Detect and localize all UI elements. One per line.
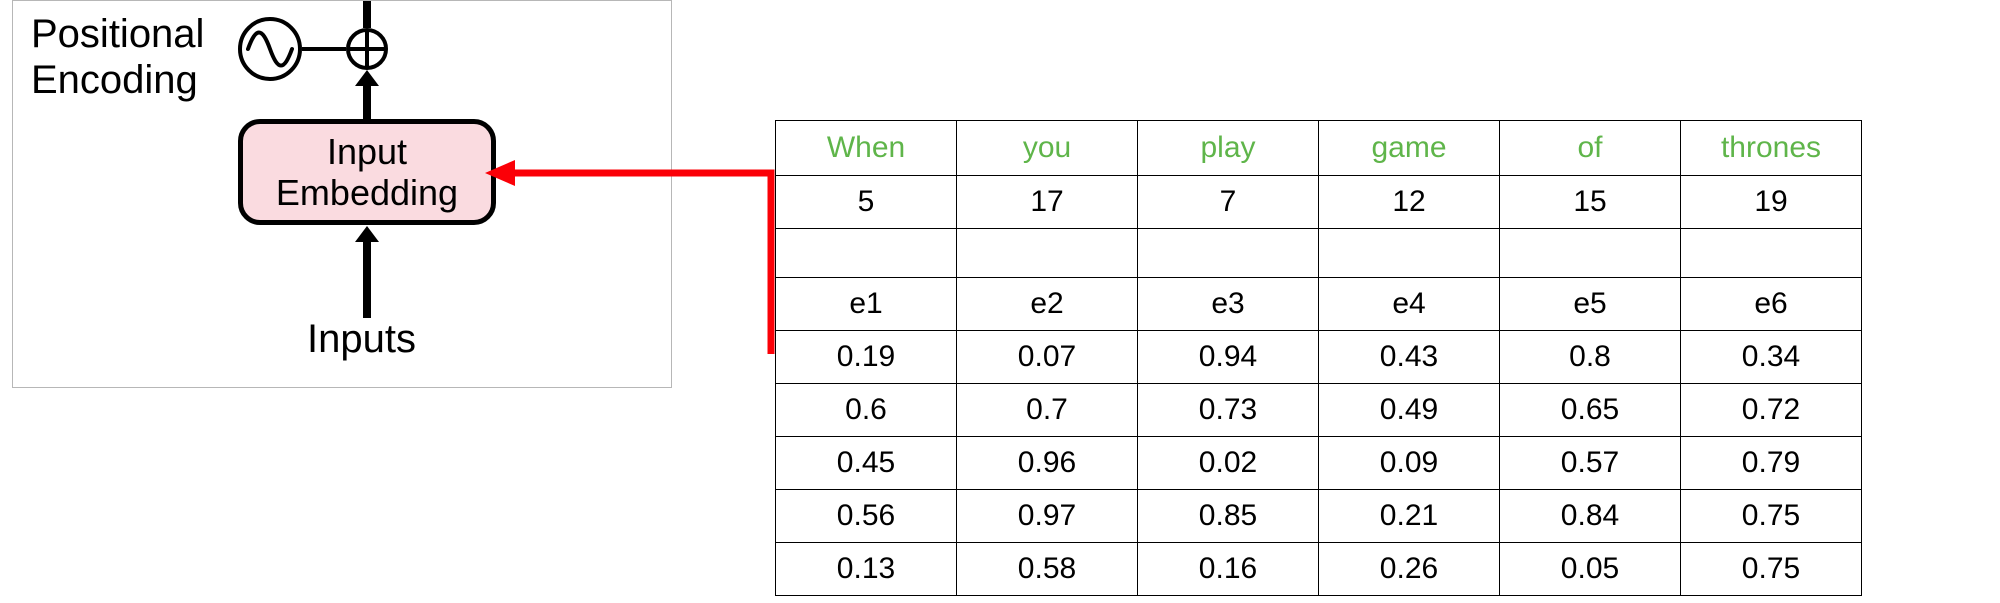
embval-cell: 0.43	[1319, 331, 1500, 384]
embval-cell: 0.96	[957, 437, 1138, 490]
embval-cell: 0.75	[1681, 543, 1862, 596]
embval-cell: 0.8	[1500, 331, 1681, 384]
token-cell: you	[957, 121, 1138, 176]
inputs-label: Inputs	[307, 317, 416, 362]
embedding-label-line1: Input	[327, 131, 407, 172]
oplus-icon	[346, 28, 388, 70]
embval-cell: 0.7	[957, 384, 1138, 437]
sine-icon	[238, 17, 302, 81]
embval-cell: 0.05	[1500, 543, 1681, 596]
token-cell: game	[1319, 121, 1500, 176]
embval-cell: 0.57	[1500, 437, 1681, 490]
tokenid-cell: 5	[776, 176, 957, 229]
embval-cell: 0.07	[957, 331, 1138, 384]
tokenid-cell: 12	[1319, 176, 1500, 229]
embval-cell: 0.09	[1319, 437, 1500, 490]
embval-cell: 0.13	[776, 543, 957, 596]
positional-encoding-label: Positional Encoding	[31, 11, 204, 103]
tokenid-cell: 7	[1138, 176, 1319, 229]
embval-cell: 0.84	[1500, 490, 1681, 543]
token-cell: When	[776, 121, 957, 176]
pe-label-line2: Encoding	[31, 58, 198, 102]
embval-cell: 0.45	[776, 437, 957, 490]
embval-cell: 0.49	[1319, 384, 1500, 437]
token-cell: play	[1138, 121, 1319, 176]
tokenid-cell: 15	[1500, 176, 1681, 229]
embval-cell: 0.16	[1138, 543, 1319, 596]
tokenid-cell: 19	[1681, 176, 1862, 229]
embval-cell: 0.72	[1681, 384, 1862, 437]
embname-cell: e2	[957, 278, 1138, 331]
embval-cell: 0.75	[1681, 490, 1862, 543]
embval-cell: 0.6	[776, 384, 957, 437]
table-row-spacer	[776, 229, 1862, 278]
embval-cell: 0.73	[1138, 384, 1319, 437]
table-row-emb-values: 0.13 0.58 0.16 0.26 0.05 0.75	[776, 543, 1862, 596]
embval-cell: 0.34	[1681, 331, 1862, 384]
table-row-emb-values: 0.6 0.7 0.73 0.49 0.65 0.72	[776, 384, 1862, 437]
embedding-table: When you play game of thrones 5 17 7 12 …	[775, 120, 1862, 596]
embname-cell: e5	[1500, 278, 1681, 331]
embval-cell: 0.02	[1138, 437, 1319, 490]
embname-cell: e1	[776, 278, 957, 331]
table-row-emb-values: 0.19 0.07 0.94 0.43 0.8 0.34	[776, 331, 1862, 384]
embval-cell: 0.97	[957, 490, 1138, 543]
tokenid-cell: 17	[957, 176, 1138, 229]
embval-cell: 0.56	[776, 490, 957, 543]
table-row-emb-names: e1 e2 e3 e4 e5 e6	[776, 278, 1862, 331]
embedding-label-line2: Embedding	[276, 172, 458, 213]
embval-cell: 0.65	[1500, 384, 1681, 437]
embname-cell: e3	[1138, 278, 1319, 331]
figure-root: Positional Encoding Input Embedding	[0, 0, 2000, 603]
output-line	[363, 1, 371, 28]
pe-to-sum-line	[302, 47, 346, 51]
table-row-emb-values: 0.56 0.97 0.85 0.21 0.84 0.75	[776, 490, 1862, 543]
embval-cell: 0.79	[1681, 437, 1862, 490]
input-embedding-block: Input Embedding	[238, 119, 496, 225]
token-cell: thrones	[1681, 121, 1862, 176]
token-cell: of	[1500, 121, 1681, 176]
embname-cell: e6	[1681, 278, 1862, 331]
embname-cell: e4	[1319, 278, 1500, 331]
embval-cell: 0.58	[957, 543, 1138, 596]
embval-cell: 0.85	[1138, 490, 1319, 543]
diagram-panel: Positional Encoding Input Embedding	[12, 0, 672, 388]
table-row-token-ids: 5 17 7 12 15 19	[776, 176, 1862, 229]
pe-label-line1: Positional	[31, 12, 204, 56]
table-row-emb-values: 0.45 0.96 0.02 0.09 0.57 0.79	[776, 437, 1862, 490]
table-row-tokens: When you play game of thrones	[776, 121, 1862, 176]
embval-cell: 0.19	[776, 331, 957, 384]
embval-cell: 0.21	[1319, 490, 1500, 543]
embval-cell: 0.26	[1319, 543, 1500, 596]
embval-cell: 0.94	[1138, 331, 1319, 384]
